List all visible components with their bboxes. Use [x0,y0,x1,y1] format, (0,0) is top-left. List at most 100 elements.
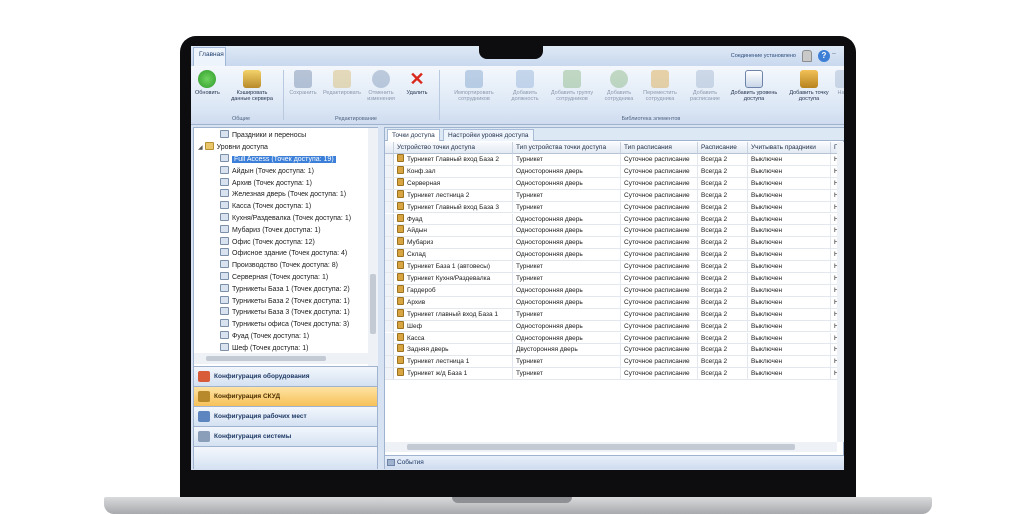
import-employees-button[interactable]: Импортировать сотрудников [447,70,501,102]
add-access-point-button[interactable]: Добавить точку доступа [785,70,833,102]
tree-item-holidays[interactable]: Праздники и переносы [220,130,306,141]
table-row[interactable]: Турникет лестница 2 Турникет Суточное расп… [385,189,837,202]
scrollbar-thumb[interactable] [206,356,326,361]
tree-item-access-level[interactable]: Турникеты База 1 (Точек доступа: 2) [220,283,350,295]
tab-level-settings[interactable]: Настройки уровня доступа [443,129,534,141]
table-row[interactable]: Турникет Главный вход База 2 Турникет Суто… [385,154,837,166]
events-panel-bar[interactable]: События [385,455,844,469]
tree-item-access-levels[interactable]: ◢ Уровни доступа [198,142,268,153]
nav-workplaces[interactable]: Конфигурация рабочих мест [194,406,377,426]
scrollbar-thumb[interactable] [407,444,795,450]
table-horizontal-scrollbar[interactable] [385,442,837,452]
row-header[interactable] [385,189,394,201]
tree-vertical-scrollbar[interactable] [368,128,378,366]
edit-button[interactable]: Редактировать [323,70,361,96]
table-row[interactable]: Турникет Кухня/Раздевалка Турникет Суточно… [385,273,837,285]
row-header[interactable] [385,368,394,380]
table-row[interactable]: Турникет лестница 1 Турникет Суточное расп… [385,356,837,369]
table-cell: Турникет [513,201,621,213]
row-header[interactable] [385,284,394,296]
save-button[interactable]: Сохранить [287,70,319,96]
table-row[interactable]: Склад Односторонняя дверь Суточное расписа… [385,249,837,262]
nav-acs[interactable]: Конфигурация СКУД [194,386,377,406]
tree-item-access-level[interactable]: Мубариз (Точек доступа: 1) [220,224,321,236]
row-header[interactable] [385,249,394,261]
tab-access-points[interactable]: Точки доступа [387,129,440,141]
table-row[interactable]: Айдын Односторонняя дверь Суточное расписа… [385,225,837,238]
tree-item-access-level[interactable]: Кухня/Раздевалка (Точек доступа: 1) [220,213,351,224]
tree-item-access-level[interactable]: Касса (Точек доступа: 1) [220,201,311,212]
tree-item-access-level[interactable]: Турникеты База 2 (Точек доступа: 1) [220,295,350,307]
column-header[interactable]: Тип устройства точки доступа [513,142,621,154]
row-header[interactable] [385,332,394,344]
tree-item-access-level[interactable]: Турникеты База 3 (Точек доступа: 1) [220,307,350,318]
tree-item-access-level[interactable]: Производство (Точек доступа: 8) [220,260,338,271]
row-header[interactable] [385,308,394,320]
table-row[interactable]: Гардероб Односторонняя дверь Суточное расп… [385,284,837,297]
column-header[interactable]: Устройство точки доступа [394,142,513,154]
row-header[interactable] [385,237,394,249]
table-row[interactable]: Мубариз Односторонняя дверь Суточное распи… [385,237,837,250]
undo-button[interactable]: Отменить изменения [363,70,399,102]
table-row[interactable]: Турникет Главный вход База 3 Турникет Суто… [385,201,837,214]
add-schedule-button[interactable]: Добавить расписание [685,70,725,102]
table-row[interactable]: Касса Односторонняя дверь Суточное расписа… [385,332,837,345]
row-header[interactable] [385,201,394,213]
column-header[interactable]: Расписание [698,142,748,154]
table-row[interactable]: Шеф Односторонняя дверь Суточное расписани… [385,320,837,333]
row-header[interactable] [385,356,394,368]
table-cell: Суточное расписание [621,225,698,237]
nav-label: Конфигурация СКУД [214,393,281,400]
tree-item-access-level[interactable]: Full Access (Точек доступа: 19) [220,154,336,165]
table-row[interactable]: Задняя дверь Двусторонняя дверь Суточное р… [385,344,837,357]
cache-button[interactable]: Кэшировать данные сервера [227,70,277,102]
tree-item-access-level[interactable]: Турникеты офиса (Точек доступа: 3) [220,319,349,330]
table-cell: Всегда 2 [698,154,748,165]
tree-item-access-level[interactable]: Фуад (Точек доступа: 1) [220,331,309,342]
tree-item-access-level[interactable]: Айдын (Точек доступа: 1) [220,165,314,177]
tab-home[interactable]: Главная [193,47,226,67]
row-header[interactable] [385,225,394,237]
add-access-level-button[interactable]: Добавить уровень доступа [727,70,781,102]
column-header[interactable]: Учитывать праздники [748,142,831,154]
tree-item-access-level[interactable]: Офис (Точек доступа: 12) [220,236,315,248]
help-icon[interactable]: ? [818,50,830,62]
row-header[interactable] [385,344,394,356]
table-row[interactable]: Фуад Односторонняя дверь Суточное расписан… [385,213,837,226]
collapse-icon[interactable]: ◢ [198,145,203,151]
table-row[interactable]: Архив Односторонняя дверь Суточное расписа… [385,296,837,309]
delete-button[interactable]: ✕ Удалить [403,70,431,96]
tree-horizontal-scrollbar[interactable] [194,353,368,364]
row-header[interactable] [385,154,394,165]
row-header[interactable] [385,296,394,308]
tree-item-access-level[interactable]: Архив (Точек доступа: 1) [220,177,312,189]
scrollbar-thumb[interactable] [370,274,376,334]
user-icon[interactable] [802,50,812,62]
cell-value: Суточное расписание [624,275,690,282]
refresh-button[interactable]: Обновить [195,70,220,96]
move-employee-button[interactable]: Переместить сотрудника [639,70,681,102]
row-header[interactable] [385,273,394,284]
add-employee-button[interactable]: Добавить сотрудника [601,70,637,102]
tree-item-access-level[interactable]: Офисное здание (Точек доступа: 4) [220,248,347,259]
row-header[interactable] [385,261,394,273]
nav-equipment[interactable]: Конфигурация оборудования [194,366,377,386]
table-row[interactable]: Серверная Односторонняя дверь Суточное рас… [385,177,837,190]
next-button-cut[interactable]: На [835,70,844,96]
tree-item-access-level[interactable]: Железная дверь (Точек доступа: 1) [220,189,346,200]
table-row[interactable]: Турникет главный вход База 1 Турникет Суто… [385,308,837,321]
table-row[interactable]: Турникет База 1 (автовесы) Турникет Суточн… [385,261,837,273]
table-vertical-scrollbar[interactable] [837,142,844,442]
tree-item-access-level[interactable]: Серверная (Точек доступа: 1) [220,272,328,283]
row-header[interactable] [385,177,394,189]
row-header[interactable] [385,213,394,225]
add-group-button[interactable]: Добавить группу сотрудников [545,70,599,102]
minimize-icon[interactable]: – [832,50,842,62]
column-header[interactable]: Тип расписания [621,142,698,154]
add-position-button[interactable]: Добавить должность [507,70,543,102]
row-header[interactable] [385,165,394,177]
row-header[interactable] [385,320,394,332]
table-row[interactable]: Конф.зал Односторонняя дверь Суточное расп… [385,165,837,178]
nav-system[interactable]: Конфигурация системы [194,426,377,446]
table-row[interactable]: Турникет ж/д База 1 Турникет Суточное расп… [385,368,837,381]
